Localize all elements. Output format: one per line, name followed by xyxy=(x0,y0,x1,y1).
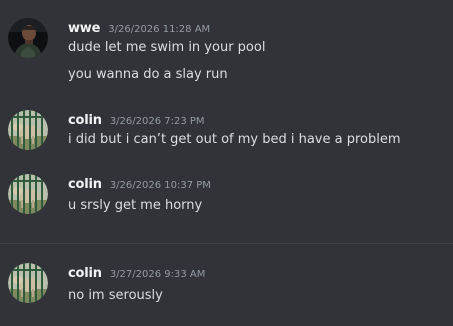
message-header: colin 3/27/2026 9:33 AM xyxy=(68,266,205,282)
date-divider xyxy=(0,243,453,244)
username[interactable]: colin xyxy=(68,266,102,281)
goat-photo-avatar-icon xyxy=(8,263,48,303)
message-text: i did but i can’t get out of my bed i ha… xyxy=(68,132,401,147)
message-text: dude let me swim in your pool xyxy=(68,40,266,55)
chat-messages: wwe 3/26/2026 11:28 AM dude let me swim … xyxy=(0,0,453,326)
dark-photo-avatar-icon xyxy=(8,18,48,58)
timestamp[interactable]: 3/27/2026 9:33 AM xyxy=(110,269,206,280)
message-text: u srsly get me horny xyxy=(68,198,203,213)
avatar[interactable] xyxy=(8,263,48,303)
goat-photo-avatar-icon xyxy=(8,110,48,150)
message-header: wwe 3/26/2026 11:28 AM xyxy=(68,21,210,37)
avatar[interactable] xyxy=(8,18,48,58)
message-text: no im serously xyxy=(68,288,163,303)
goat-photo-avatar-icon xyxy=(8,174,48,214)
username[interactable]: colin xyxy=(68,177,102,192)
username[interactable]: wwe xyxy=(68,21,100,36)
username[interactable]: colin xyxy=(68,113,102,128)
timestamp[interactable]: 3/26/2026 10:37 PM xyxy=(110,180,211,191)
message-text: you wanna do a slay run xyxy=(68,67,228,82)
timestamp[interactable]: 3/26/2026 11:28 AM xyxy=(108,24,210,35)
message-header: colin 3/26/2026 7:23 PM xyxy=(68,113,205,129)
timestamp[interactable]: 3/26/2026 7:23 PM xyxy=(110,116,205,127)
message-header: colin 3/26/2026 10:37 PM xyxy=(68,177,211,193)
avatar[interactable] xyxy=(8,110,48,150)
avatar[interactable] xyxy=(8,174,48,214)
